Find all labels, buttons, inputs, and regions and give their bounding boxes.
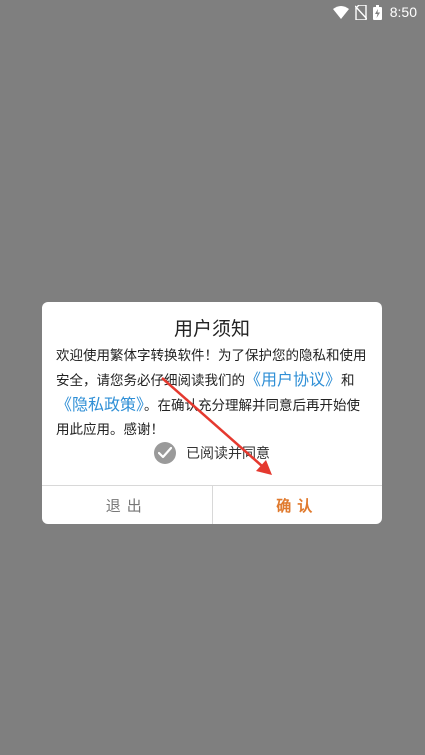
- checkmark-icon[interactable]: [154, 442, 176, 464]
- dialog-body: 欢迎使用繁体字转换软件！为了保护您的隐私和使用安全，请您务必仔细阅读我们的《用户…: [56, 344, 372, 442]
- agree-checkbox-row[interactable]: 已阅读并同意: [42, 442, 382, 464]
- privacy-policy-link[interactable]: 《隐私政策》: [56, 395, 144, 414]
- user-agreement-link[interactable]: 《用户协议》: [245, 370, 341, 389]
- confirm-button[interactable]: 确认: [213, 486, 383, 524]
- dialog-button-row: 退出 确认: [42, 485, 382, 524]
- battery-charging-icon: [372, 4, 382, 20]
- agree-label: 已阅读并同意: [186, 446, 270, 462]
- user-notice-dialog: 用户须知 欢迎使用繁体字转换软件！为了保护您的隐私和使用安全，请您务必仔细阅读我…: [42, 302, 382, 524]
- wifi-icon: [332, 5, 349, 19]
- clock: 8:50: [389, 4, 417, 20]
- no-sim-icon: [354, 4, 367, 20]
- dialog-title: 用户须知: [173, 318, 250, 340]
- and-text: 和: [341, 373, 355, 389]
- status-bar: 8:50: [0, 0, 425, 24]
- exit-button[interactable]: 退出: [42, 486, 213, 524]
